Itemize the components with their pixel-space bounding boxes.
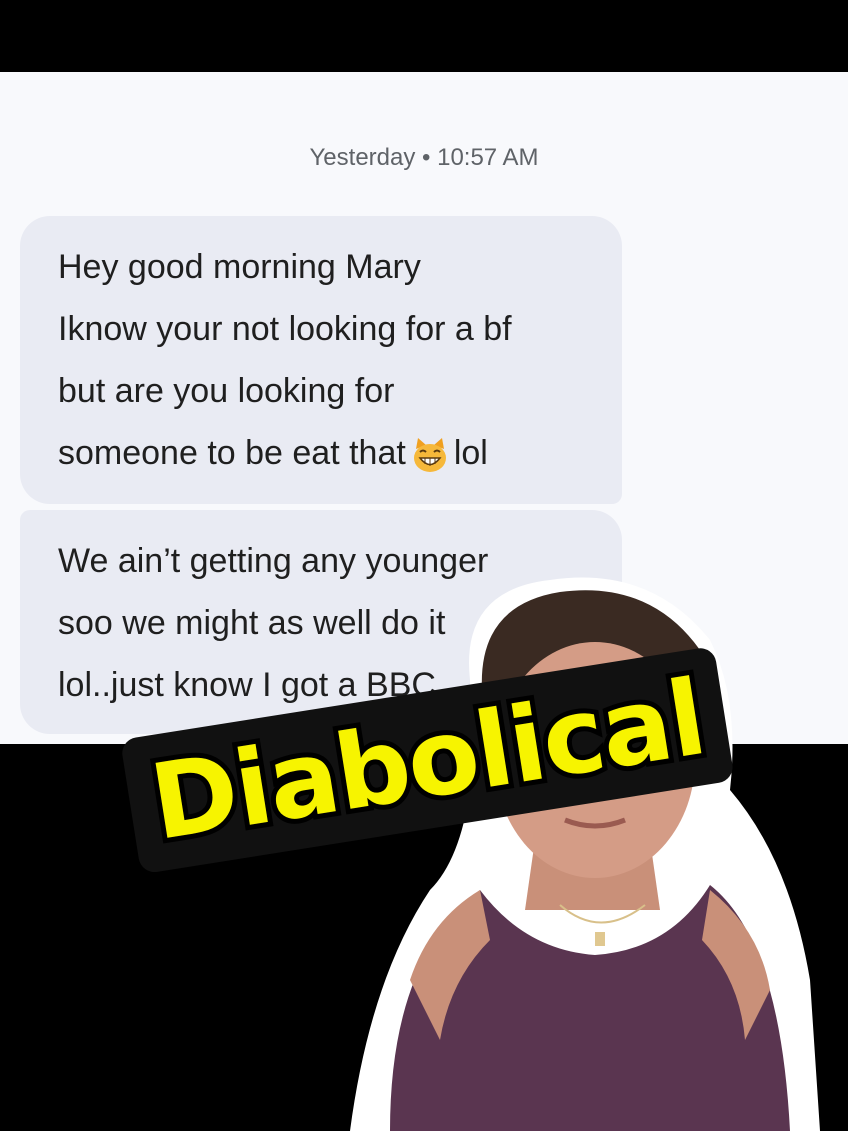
message-timestamp: Yesterday • 10:57 AM [309, 144, 539, 171]
message-line: Hey good morning Mary [58, 248, 421, 286]
message-line-with-emoji: someone to be eat that lol [58, 422, 600, 484]
person-reaction-image [350, 577, 820, 1131]
message-line: someone to be eat that [58, 434, 406, 472]
message-line-suffix: lol [453, 434, 488, 472]
message-line: but are you looking for [58, 372, 395, 410]
grinning-cat-icon [413, 438, 446, 473]
message-bubble-1[interactable]: Hey good morning Mary Iknow your not loo… [20, 216, 622, 504]
message-line: Iknow your not looking for a bf [58, 310, 512, 348]
